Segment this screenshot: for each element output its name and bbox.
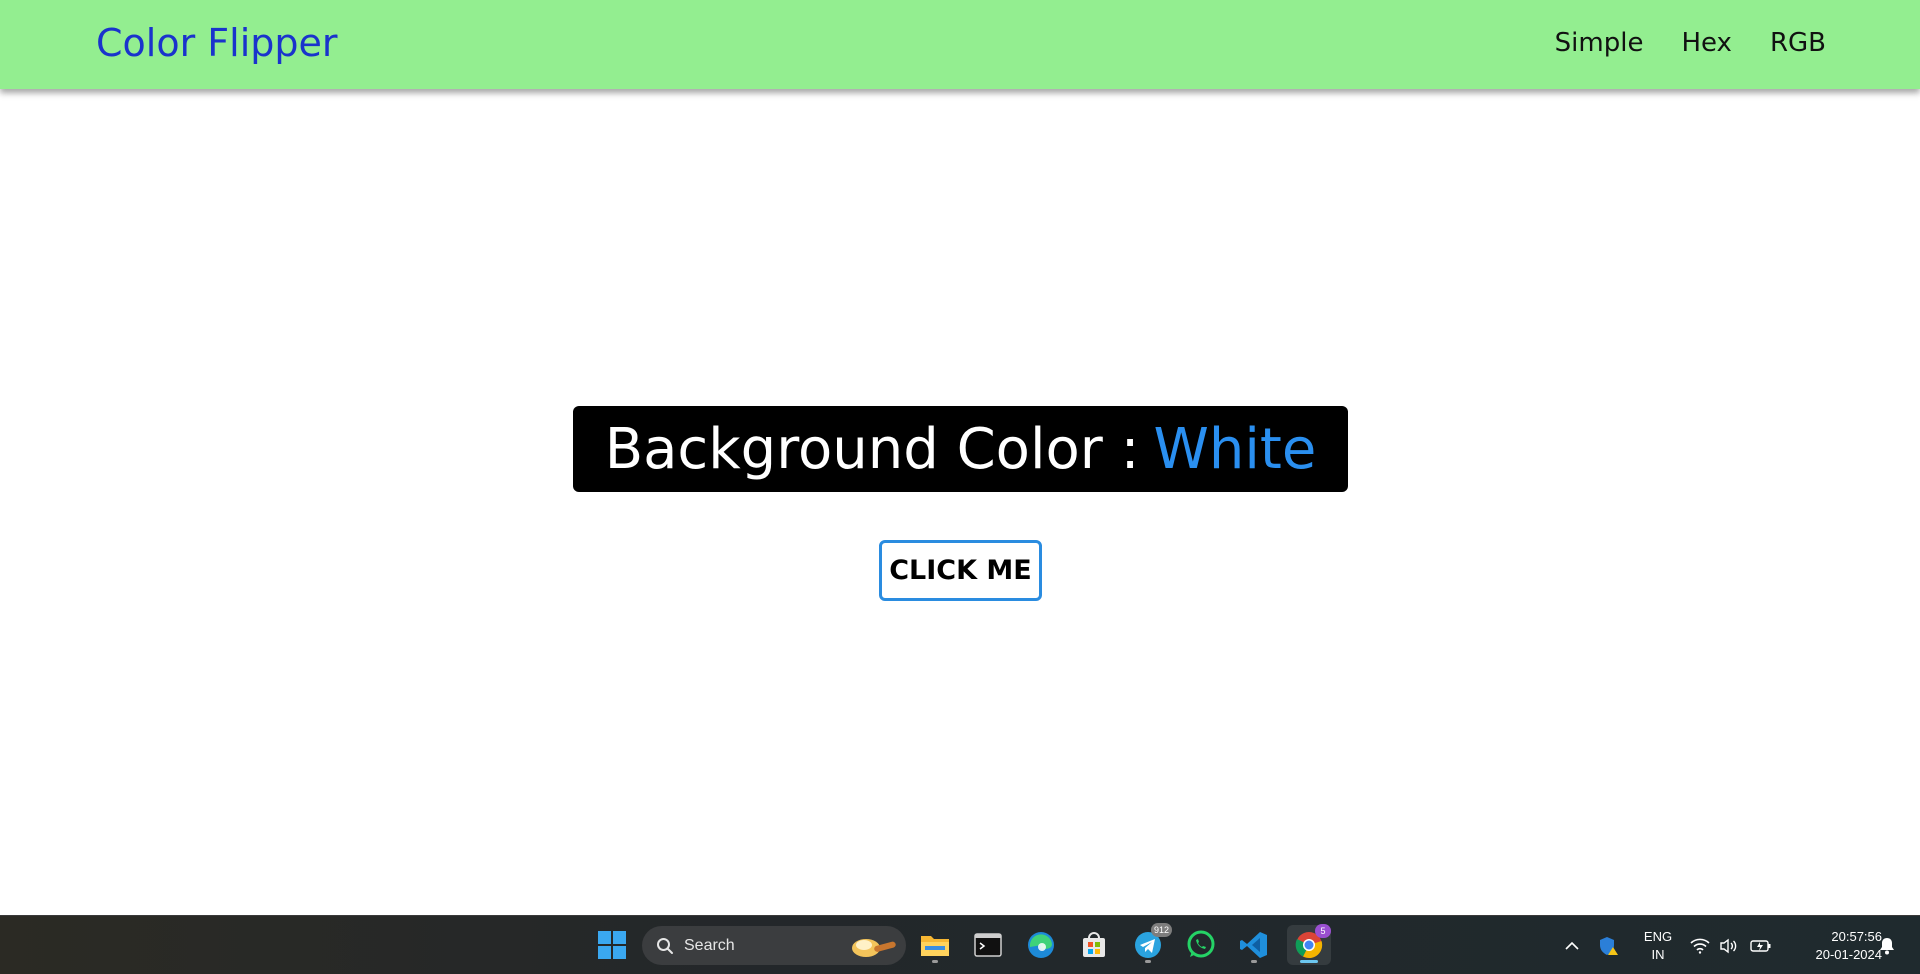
language-code: ENG — [1643, 929, 1673, 944]
search-icon — [657, 937, 673, 954]
brand-title[interactable]: Color Flipper — [96, 21, 338, 65]
tray-battery[interactable] — [1750, 935, 1772, 957]
folder-icon — [921, 936, 949, 956]
click-me-button[interactable]: CLICK ME — [879, 540, 1042, 601]
battery-charging-icon — [1750, 940, 1771, 952]
taskbar-file-explorer[interactable] — [915, 925, 955, 965]
taskbar-vscode[interactable] — [1234, 925, 1274, 965]
color-value: White — [1153, 416, 1317, 482]
terminal-icon — [974, 933, 1002, 957]
taskbar-search[interactable]: Search — [642, 926, 906, 965]
taskbar-edge[interactable] — [1021, 925, 1061, 965]
taskbar: Search 912 5 ENG IN 20:57:56 20-01-2024 — [0, 915, 1920, 974]
chrome-badge: 5 — [1315, 924, 1331, 938]
page: Color Flipper Simple Hex RGB Background … — [0, 0, 1920, 974]
search-highlight-icon — [852, 939, 896, 957]
edge-browser-icon — [1028, 932, 1054, 958]
active-indicator — [1300, 960, 1318, 963]
taskbar-store[interactable] — [1074, 925, 1114, 965]
wifi-icon — [1690, 938, 1710, 954]
running-indicator — [1145, 960, 1151, 963]
running-indicator — [1251, 960, 1257, 963]
whatsapp-icon — [1187, 930, 1215, 958]
nav-links: Simple Hex RGB — [1555, 26, 1826, 60]
tray-network[interactable] — [1689, 935, 1711, 957]
taskbar-terminal[interactable] — [968, 925, 1008, 965]
running-indicator — [932, 960, 938, 963]
clock-time: 20:57:56 — [1831, 929, 1882, 944]
chevron-up-icon — [1565, 941, 1579, 950]
store-icon — [1083, 932, 1105, 957]
nav-link-rgb[interactable]: RGB — [1770, 26, 1826, 60]
navbar: Color Flipper Simple Hex RGB — [0, 0, 1920, 89]
region-code: IN — [1651, 947, 1665, 962]
nav-link-simple[interactable]: Simple — [1555, 26, 1644, 60]
tray-security[interactable] — [1598, 935, 1620, 957]
telegram-badge: 912 — [1150, 923, 1172, 937]
notification-center-button[interactable] — [1876, 935, 1898, 957]
color-banner: Background Color : White — [573, 406, 1348, 492]
main-content: Background Color : White CLICK ME — [0, 89, 1920, 915]
vscode-icon — [1240, 932, 1267, 958]
nav-link-hex[interactable]: Hex — [1681, 26, 1731, 60]
language-indicator[interactable]: ENG IN — [1641, 928, 1675, 964]
taskbar-chrome[interactable]: 5 — [1287, 924, 1331, 965]
bell-icon — [1880, 938, 1894, 955]
speaker-icon — [1720, 938, 1737, 954]
clock-date: 20-01-2024 — [1815, 947, 1883, 962]
shield-warning-icon — [1600, 937, 1618, 955]
search-placeholder: Search — [684, 936, 735, 954]
clock[interactable]: 20:57:56 20-01-2024 — [1786, 928, 1883, 964]
banner-label: Background Color : — [604, 416, 1140, 482]
show-hidden-icons-button[interactable] — [1561, 935, 1583, 957]
windows-logo-icon — [598, 931, 626, 959]
tray-volume[interactable] — [1718, 935, 1740, 957]
taskbar-telegram[interactable]: 912 — [1128, 923, 1172, 965]
taskbar-whatsapp[interactable] — [1181, 925, 1221, 965]
start-button[interactable] — [592, 925, 632, 965]
